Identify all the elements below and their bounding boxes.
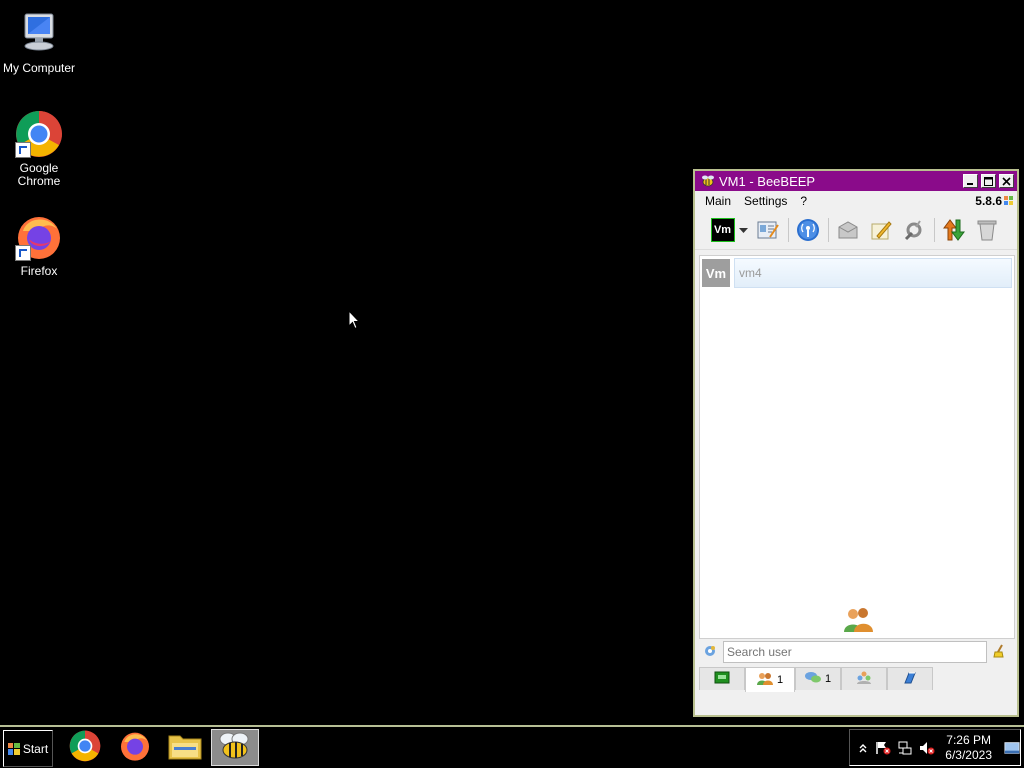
window-titlebar[interactable]: VM1 - BeeBEEP bbox=[695, 171, 1017, 191]
tab-users[interactable]: 1 bbox=[745, 667, 795, 692]
search-user-input[interactable] bbox=[723, 641, 987, 663]
bee-icon bbox=[218, 731, 252, 764]
avatar: Vm bbox=[702, 259, 730, 287]
write-button[interactable] bbox=[868, 217, 894, 243]
system-tray: 7:26 PM 6/3/2023 bbox=[849, 729, 1021, 766]
clear-search-icon[interactable] bbox=[993, 644, 1007, 661]
windows-logo-icon bbox=[7, 742, 20, 755]
folder-icon bbox=[168, 731, 202, 764]
chrome-icon bbox=[15, 110, 63, 158]
user-list-item[interactable]: Vm vm4 bbox=[700, 258, 1014, 288]
users-icon bbox=[756, 672, 773, 688]
show-desktop-icon[interactable] bbox=[1004, 741, 1020, 755]
minimize-button[interactable] bbox=[963, 174, 978, 188]
plugins-button[interactable] bbox=[901, 217, 927, 243]
clock-date: 6/3/2023 bbox=[945, 747, 992, 762]
search-bar bbox=[699, 639, 1013, 665]
home-screen-icon bbox=[714, 671, 730, 687]
users-group-icon bbox=[842, 606, 874, 632]
beebeep-window[interactable]: VM1 - BeeBEEP Main Settings ? 5.8.6 Vm V… bbox=[693, 169, 1019, 717]
bee-icon bbox=[701, 175, 715, 187]
message-button[interactable] bbox=[835, 217, 861, 243]
view-tabs: 1 1 bbox=[699, 667, 933, 692]
shortcut-arrow-icon bbox=[15, 142, 31, 158]
taskbar: Start 7:26 PM 6/3/2023 bbox=[0, 725, 1024, 768]
network-icon[interactable] bbox=[897, 741, 913, 755]
clock[interactable]: 7:26 PM 6/3/2023 bbox=[945, 733, 992, 763]
status-indicator: Vm bbox=[710, 218, 735, 242]
chevron-down-icon bbox=[738, 223, 748, 237]
users-count: 1 bbox=[776, 674, 784, 686]
desktop-icon-label: Chrome bbox=[17, 174, 61, 188]
version-text: 5.8.6 bbox=[975, 194, 1002, 208]
action-center-flag-icon[interactable] bbox=[875, 741, 891, 755]
desktop-icon-firefox[interactable]: Firefox bbox=[0, 213, 78, 278]
tab-groups[interactable] bbox=[841, 667, 887, 690]
close-button[interactable] bbox=[999, 174, 1014, 188]
search-settings-icon[interactable] bbox=[703, 644, 717, 661]
chrome-icon bbox=[69, 730, 101, 765]
shares-icon bbox=[902, 671, 918, 687]
chevron-up-icon[interactable] bbox=[856, 741, 869, 755]
user-name: vm4 bbox=[734, 258, 1012, 288]
volume-muted-icon[interactable] bbox=[919, 741, 935, 755]
shortcut-arrow-icon bbox=[15, 245, 31, 261]
taskbar-firefox[interactable] bbox=[113, 729, 157, 766]
network-button[interactable] bbox=[795, 217, 821, 243]
edit-vcard-button[interactable] bbox=[755, 217, 781, 243]
menu-settings[interactable]: Settings bbox=[744, 194, 787, 208]
windows-flag-icon bbox=[1004, 194, 1013, 208]
firefox-icon bbox=[119, 730, 151, 765]
menu-help[interactable]: ? bbox=[800, 194, 807, 208]
taskbar-file-explorer[interactable] bbox=[163, 729, 207, 766]
desktop-icon-label: My Computer bbox=[2, 61, 76, 75]
groups-icon bbox=[856, 671, 872, 687]
chats-icon bbox=[804, 671, 821, 687]
taskbar-chrome[interactable] bbox=[63, 729, 107, 766]
toolbar-separator bbox=[788, 218, 789, 242]
start-button[interactable]: Start bbox=[3, 730, 53, 767]
desktop-icon-google-chrome[interactable]: Google Chrome bbox=[0, 110, 78, 188]
firefox-icon bbox=[15, 213, 63, 261]
main-toolbar: Vm bbox=[695, 211, 1017, 250]
mouse-cursor-icon bbox=[348, 309, 361, 333]
taskbar-beebeep[interactable] bbox=[211, 729, 259, 766]
tab-chats[interactable]: 1 bbox=[795, 667, 841, 690]
tab-home[interactable] bbox=[699, 667, 745, 690]
maximize-button[interactable] bbox=[981, 174, 996, 188]
user-list-panel: Vm vm4 bbox=[699, 255, 1015, 639]
clock-time: 7:26 PM bbox=[946, 732, 991, 747]
desktop-icon-my-computer[interactable]: My Computer bbox=[0, 10, 78, 75]
menu-bar: Main Settings ? 5.8.6 bbox=[695, 191, 1017, 211]
status-button[interactable]: Vm bbox=[709, 217, 749, 243]
start-label: Start bbox=[22, 741, 49, 756]
computer-icon bbox=[15, 10, 63, 58]
window-title: VM1 - BeeBEEP bbox=[719, 173, 816, 189]
chats-count: 1 bbox=[824, 673, 832, 685]
tab-shares[interactable] bbox=[887, 667, 933, 690]
menu-main[interactable]: Main bbox=[705, 194, 731, 208]
trash-button[interactable] bbox=[974, 217, 1000, 243]
desktop-icon-label: Firefox bbox=[20, 264, 58, 278]
update-button[interactable] bbox=[941, 217, 967, 243]
toolbar-separator bbox=[934, 218, 935, 242]
toolbar-separator bbox=[828, 218, 829, 242]
version-label: 5.8.6 bbox=[975, 194, 1013, 208]
